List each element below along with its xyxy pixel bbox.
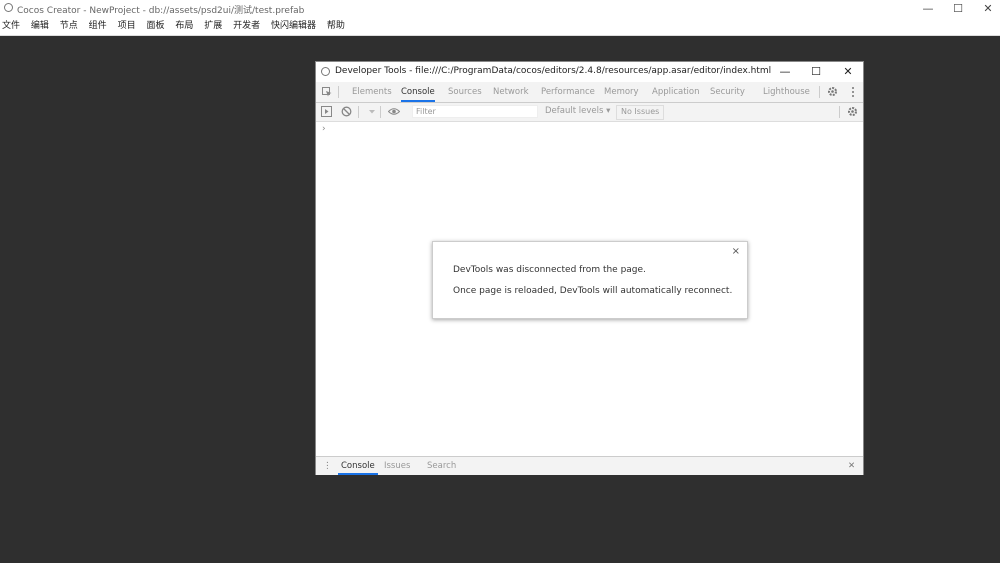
- close-button[interactable]: ✕: [978, 2, 998, 16]
- menu-edit[interactable]: 编辑: [31, 18, 49, 35]
- devtools-logo-icon: [321, 67, 330, 76]
- drawer-menu-icon[interactable]: ⋮: [323, 457, 332, 475]
- devtools-tab-bar: Elements Console Sources Network Perform…: [316, 82, 863, 103]
- menu-help[interactable]: 帮助: [327, 18, 345, 35]
- maximize-button[interactable]: ☐: [948, 2, 968, 16]
- sidebar-toggle-icon[interactable]: [321, 106, 332, 120]
- devtools-close-button[interactable]: ✕: [839, 65, 857, 79]
- drawer-tab-issues[interactable]: Issues: [384, 457, 410, 475]
- menu-layout[interactable]: 布局: [175, 18, 193, 35]
- filter-input[interactable]: Filter: [412, 105, 538, 118]
- tab-network[interactable]: Network: [493, 82, 529, 102]
- dialog-message-line1: DevTools was disconnected from the page.: [453, 265, 646, 275]
- inspect-element-icon[interactable]: [322, 87, 332, 100]
- dialog-message-line2: Once page is reloaded, DevTools will aut…: [453, 286, 733, 296]
- devtools-title: Developer Tools - file:///C:/ProgramData…: [335, 66, 772, 76]
- separator: [338, 86, 339, 98]
- drawer-close-button[interactable]: ✕: [848, 457, 855, 475]
- menu-file[interactable]: 文件: [2, 18, 20, 35]
- separator: [380, 106, 381, 118]
- tab-application[interactable]: Application: [652, 82, 700, 102]
- clear-console-icon[interactable]: [341, 106, 352, 120]
- dialog-close-button[interactable]: ×: [732, 246, 740, 257]
- tab-elements[interactable]: Elements: [352, 82, 392, 102]
- live-expression-eye-icon[interactable]: [387, 107, 401, 119]
- app-titlebar: Cocos Creator - NewProject - db://assets…: [0, 0, 1000, 18]
- menu-project[interactable]: 项目: [118, 18, 136, 35]
- devtools-minimize-button[interactable]: —: [776, 65, 794, 79]
- separator: [839, 106, 840, 118]
- cocos-logo-icon: [4, 3, 13, 12]
- log-levels-dropdown[interactable]: Default levels ▾: [545, 106, 610, 116]
- devtools-window: Developer Tools - file:///C:/ProgramData…: [315, 61, 864, 475]
- console-settings-gear-icon[interactable]: [847, 106, 858, 120]
- settings-gear-icon[interactable]: [827, 86, 838, 100]
- menu-node[interactable]: 节点: [60, 18, 78, 35]
- devtools-maximize-button[interactable]: ☐: [807, 65, 825, 79]
- disconnected-dialog: × DevTools was disconnected from the pag…: [432, 241, 748, 319]
- tab-memory[interactable]: Memory: [604, 82, 639, 102]
- menu-extension[interactable]: 扩展: [204, 18, 222, 35]
- menu-component[interactable]: 组件: [89, 18, 107, 35]
- menu-bar: 文件 编辑 节点 组件 项目 面板 布局 扩展 开发者 快闪编辑器 帮助: [0, 18, 1000, 36]
- tab-console[interactable]: Console: [401, 82, 435, 102]
- menu-flash-editor[interactable]: 快闪编辑器: [271, 18, 316, 35]
- console-prompt-icon[interactable]: ›: [322, 124, 326, 134]
- drawer-tab-search[interactable]: Search: [427, 457, 456, 475]
- tab-sources[interactable]: Sources: [448, 82, 482, 102]
- menu-panel[interactable]: 面板: [146, 18, 164, 35]
- tab-security[interactable]: Security: [710, 82, 745, 102]
- console-toolbar: Filter Default levels ▾ No Issues: [316, 103, 863, 122]
- tab-performance[interactable]: Performance: [541, 82, 595, 102]
- devtools-drawer: ⋮ Console Issues Search ✕: [316, 456, 863, 475]
- context-dropdown-icon[interactable]: [368, 108, 376, 118]
- devtools-titlebar: Developer Tools - file:///C:/ProgramData…: [316, 62, 863, 82]
- menu-developer[interactable]: 开发者: [233, 18, 260, 35]
- drawer-tab-console[interactable]: Console: [338, 457, 378, 475]
- app-title: Cocos Creator - NewProject - db://assets…: [17, 6, 305, 16]
- separator: [819, 86, 820, 98]
- tab-lighthouse[interactable]: Lighthouse: [763, 82, 810, 102]
- minimize-button[interactable]: —: [918, 2, 938, 16]
- more-options-icon[interactable]: [851, 86, 855, 101]
- issues-counter-button[interactable]: No Issues: [616, 105, 665, 120]
- separator: [358, 106, 359, 118]
